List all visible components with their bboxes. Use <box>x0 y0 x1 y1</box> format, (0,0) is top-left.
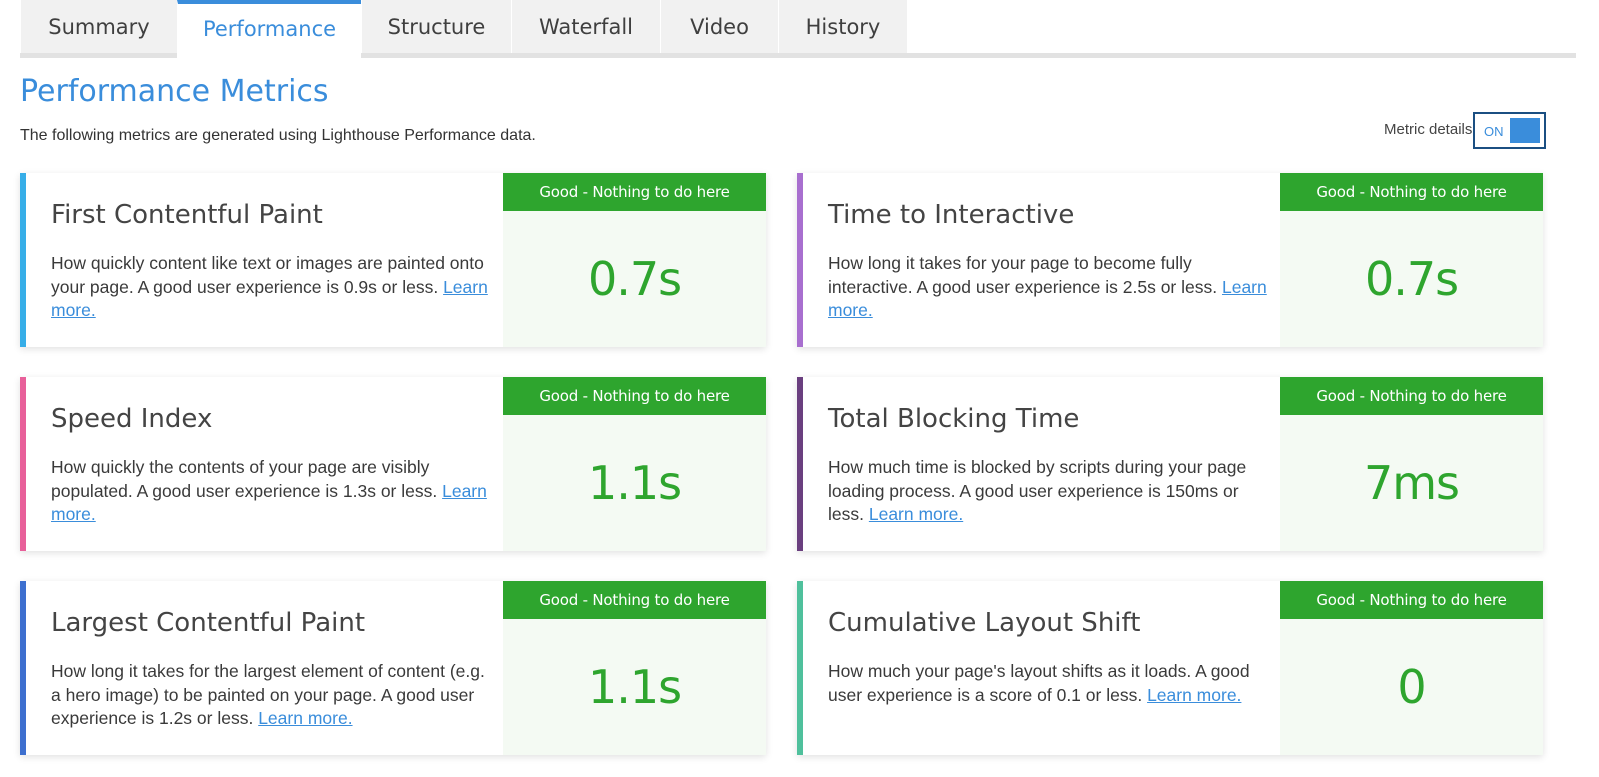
tab-label: Summary <box>48 14 150 39</box>
metric-value: 0.7s <box>1364 252 1459 306</box>
card-accent-bar <box>797 581 803 755</box>
learn-more-link[interactable]: Learn more. <box>258 708 352 728</box>
metric-value: 0.7s <box>587 252 682 306</box>
score-panel: Good - Nothing to do here 0 <box>1280 581 1543 755</box>
metric-title: Speed Index <box>51 404 213 434</box>
metric-description: How quickly content like text or images … <box>51 252 491 323</box>
tab-label: Structure <box>387 14 486 39</box>
metric-card-time-to-interactive: Time to Interactive How long it takes fo… <box>797 173 1543 347</box>
score-panel: Good - Nothing to do here 1.1s <box>503 377 766 551</box>
metric-value: 1.1s <box>587 660 682 714</box>
card-accent-bar <box>20 173 26 347</box>
metric-value: 0 <box>1397 660 1426 714</box>
status-badge: Good - Nothing to do here <box>503 581 766 619</box>
metric-card-cumulative-layout-shift: Cumulative Layout Shift How much your pa… <box>797 581 1543 755</box>
status-badge: Good - Nothing to do here <box>503 173 766 211</box>
metric-title: Time to Interactive <box>828 200 1075 230</box>
page-title: Performance Metrics <box>20 74 329 109</box>
tab-summary[interactable]: Summary <box>20 0 177 53</box>
tab-label: History <box>805 14 881 39</box>
tab-performance[interactable]: Performance <box>177 0 361 59</box>
metric-description-text: How quickly the contents of your page ar… <box>51 457 438 501</box>
tab-label: Performance <box>202 16 337 41</box>
metric-description: How much time is blocked by scripts duri… <box>828 456 1268 527</box>
tab-bar: Summary Performance Structure Waterfall … <box>20 0 1576 59</box>
card-accent-bar <box>797 173 803 347</box>
metric-card-first-contentful-paint: First Contentful Paint How quickly conte… <box>20 173 766 347</box>
tab-history[interactable]: History <box>778 0 907 53</box>
card-accent-bar <box>20 377 26 551</box>
tab-label: Video <box>690 14 749 39</box>
metric-value: 1.1s <box>587 456 682 510</box>
tab-waterfall[interactable]: Waterfall <box>511 0 660 53</box>
status-badge: Good - Nothing to do here <box>503 377 766 415</box>
toggle-state-text: ON <box>1484 124 1504 139</box>
metric-details-toggle[interactable]: ON <box>1473 112 1546 149</box>
metric-description-text: How quickly content like text or images … <box>51 253 484 297</box>
metric-description: How much your page's layout shifts as it… <box>828 660 1268 707</box>
metric-card-total-blocking-time: Total Blocking Time How much time is blo… <box>797 377 1543 551</box>
metric-title: Cumulative Layout Shift <box>828 608 1141 638</box>
learn-more-link[interactable]: Learn more. <box>869 504 963 524</box>
metric-description: How long it takes for the largest elemen… <box>51 660 491 731</box>
metric-title: Total Blocking Time <box>828 404 1080 434</box>
tab-structure[interactable]: Structure <box>361 0 511 53</box>
metric-details-label: Metric details <box>1384 121 1473 138</box>
tab-video[interactable]: Video <box>660 0 778 53</box>
status-badge: Good - Nothing to do here <box>1280 173 1543 211</box>
metric-card-largest-contentful-paint: Largest Contentful Paint How long it tak… <box>20 581 766 755</box>
metric-title: First Contentful Paint <box>51 200 323 230</box>
status-badge: Good - Nothing to do here <box>1280 581 1543 619</box>
score-panel: Good - Nothing to do here 7ms <box>1280 377 1543 551</box>
metric-title: Largest Contentful Paint <box>51 608 366 638</box>
status-badge: Good - Nothing to do here <box>1280 377 1543 415</box>
metric-description: How quickly the contents of your page ar… <box>51 456 491 527</box>
intro-text: The following metrics are generated usin… <box>20 127 536 144</box>
metric-description-text: How long it takes for your page to becom… <box>828 253 1218 297</box>
tab-label: Waterfall <box>538 14 633 39</box>
score-panel: Good - Nothing to do here 0.7s <box>1280 173 1543 347</box>
score-panel: Good - Nothing to do here 1.1s <box>503 581 766 755</box>
score-panel: Good - Nothing to do here 0.7s <box>503 173 766 347</box>
metric-value: 7ms <box>1363 456 1460 510</box>
card-accent-bar <box>20 581 26 755</box>
learn-more-link[interactable]: Learn more. <box>1147 685 1241 705</box>
metric-card-speed-index: Speed Index How quickly the contents of … <box>20 377 766 551</box>
metric-description: How long it takes for your page to becom… <box>828 252 1268 323</box>
toggle-knob <box>1510 118 1540 143</box>
card-accent-bar <box>797 377 803 551</box>
